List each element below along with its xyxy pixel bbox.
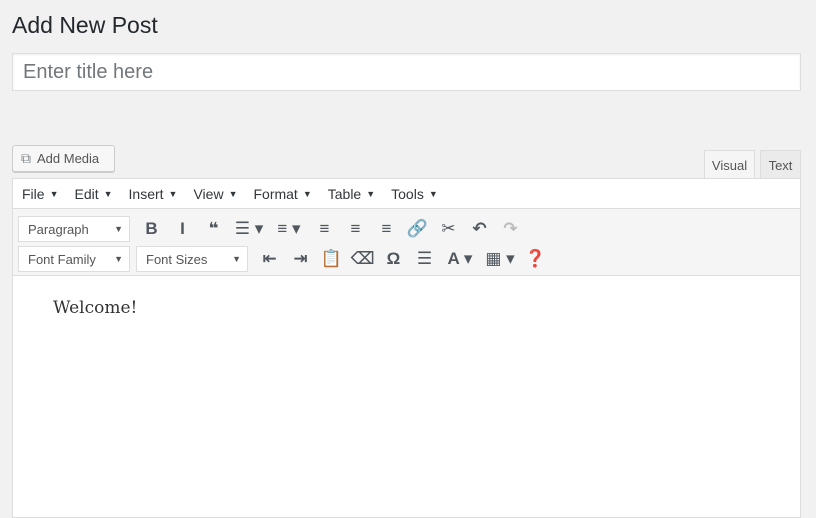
horizontal-rule-button[interactable]: ☰ <box>409 246 440 272</box>
bold-button[interactable]: B <box>136 216 167 242</box>
unlink-icon: ✂ <box>441 219 456 238</box>
numbered-list-icon: ≡ ▾ <box>277 219 301 238</box>
numbered-list-button[interactable]: ≡ ▾ <box>269 216 309 242</box>
special-character-button[interactable]: Ω <box>378 246 409 272</box>
add-media-button[interactable]: ⧉ Add Media <box>12 145 115 172</box>
blockquote-icon: ❝ <box>208 219 219 238</box>
post-title-input[interactable] <box>12 53 801 91</box>
editor: File ▼ Edit ▼ Insert ▼ View ▼ Format ▼ Table ▼ Tools… <box>12 178 801 518</box>
media-icon: ⧉ <box>21 150 31 166</box>
align-center-button[interactable]: ≡ <box>340 216 371 242</box>
caret-down-icon: ▼ <box>49 188 59 199</box>
editor-menubar: File ▼ Edit ▼ Insert ▼ View ▼ Format ▼ Table ▼ Tools… <box>13 179 800 209</box>
align-right-icon: ≡ <box>381 219 392 238</box>
help-button[interactable]: ❓ <box>520 246 551 272</box>
format-select[interactable]: Paragraph ▼ <box>18 216 130 242</box>
paste-as-text-button[interactable]: 📋 <box>316 246 347 272</box>
indent-icon: ⇥ <box>293 249 308 268</box>
caret-down-icon: ▼ <box>302 188 312 199</box>
caret-down-icon: ▼ <box>168 188 178 199</box>
chevron-down-icon: ▼ <box>232 254 241 264</box>
font-size-select[interactable]: Font Sizes ▼ <box>136 246 248 272</box>
unlink-button[interactable]: ✂ <box>433 216 464 242</box>
menu-file[interactable]: File ▼ <box>22 186 58 202</box>
outdent-icon: ⇤ <box>262 249 277 268</box>
text-color-button[interactable]: A ▾ <box>440 246 480 272</box>
text-color-icon: A ▾ <box>447 249 473 268</box>
menu-insert[interactable]: Insert ▼ <box>129 186 178 202</box>
align-center-icon: ≡ <box>350 219 361 238</box>
add-media-label: Add Media <box>37 151 100 166</box>
editor-toolbar: Paragraph ▼ B I ❝ ☰ ▾ ≡ ▾ ≡ ≡ ≡ 🔗 ✂ ↶ ↷ Font Family ▼… <box>13 209 800 276</box>
help-icon: ❓ <box>524 249 547 268</box>
font-family-select[interactable]: Font Family ▼ <box>18 246 130 272</box>
menu-tools[interactable]: Tools ▼ <box>391 186 438 202</box>
caret-down-icon: ▼ <box>103 188 113 199</box>
bold-icon: B <box>145 219 158 238</box>
menu-format[interactable]: Format ▼ <box>253 186 311 202</box>
chevron-down-icon: ▼ <box>114 224 123 234</box>
editor-content[interactable]: Welcome! <box>13 276 800 340</box>
undo-button[interactable]: ↶ <box>464 216 495 242</box>
bullet-list-button[interactable]: ☰ ▾ <box>229 216 269 242</box>
content-paragraph: Welcome! <box>53 298 138 318</box>
table-button[interactable]: ▦ ▾ <box>480 246 520 272</box>
caret-down-icon: ▼ <box>366 188 376 199</box>
table-icon: ▦ ▾ <box>485 249 515 268</box>
caret-down-icon: ▼ <box>228 188 238 199</box>
outdent-button[interactable]: ⇤ <box>254 246 285 272</box>
redo-button[interactable]: ↷ <box>495 216 526 242</box>
link-button[interactable]: 🔗 <box>402 216 433 242</box>
indent-button[interactable]: ⇥ <box>285 246 316 272</box>
caret-down-icon: ▼ <box>428 188 438 199</box>
redo-icon: ↷ <box>503 219 518 238</box>
clear-formatting-button[interactable]: ⌫ <box>347 246 378 272</box>
chevron-down-icon: ▼ <box>114 254 123 264</box>
menu-table[interactable]: Table ▼ <box>328 186 375 202</box>
align-left-icon: ≡ <box>319 219 330 238</box>
tab-visual[interactable]: Visual <box>704 150 755 179</box>
tab-text[interactable]: Text <box>760 150 801 179</box>
link-icon: 🔗 <box>406 219 429 238</box>
page-title: Add New Post <box>12 12 158 38</box>
clear-formatting-icon: ⌫ <box>350 249 375 268</box>
align-left-button[interactable]: ≡ <box>309 216 340 242</box>
paste-as-text-icon: 📋 <box>320 249 343 268</box>
bullet-list-icon: ☰ ▾ <box>234 219 264 238</box>
align-right-button[interactable]: ≡ <box>371 216 402 242</box>
undo-icon: ↶ <box>472 219 487 238</box>
menu-edit[interactable]: Edit ▼ <box>74 186 112 202</box>
blockquote-button[interactable]: ❝ <box>198 216 229 242</box>
horizontal-rule-icon: ☰ <box>416 249 433 268</box>
special-character-icon: Ω <box>386 249 401 268</box>
italic-icon: I <box>180 219 185 238</box>
menu-view[interactable]: View ▼ <box>193 186 237 202</box>
italic-button[interactable]: I <box>167 216 198 242</box>
